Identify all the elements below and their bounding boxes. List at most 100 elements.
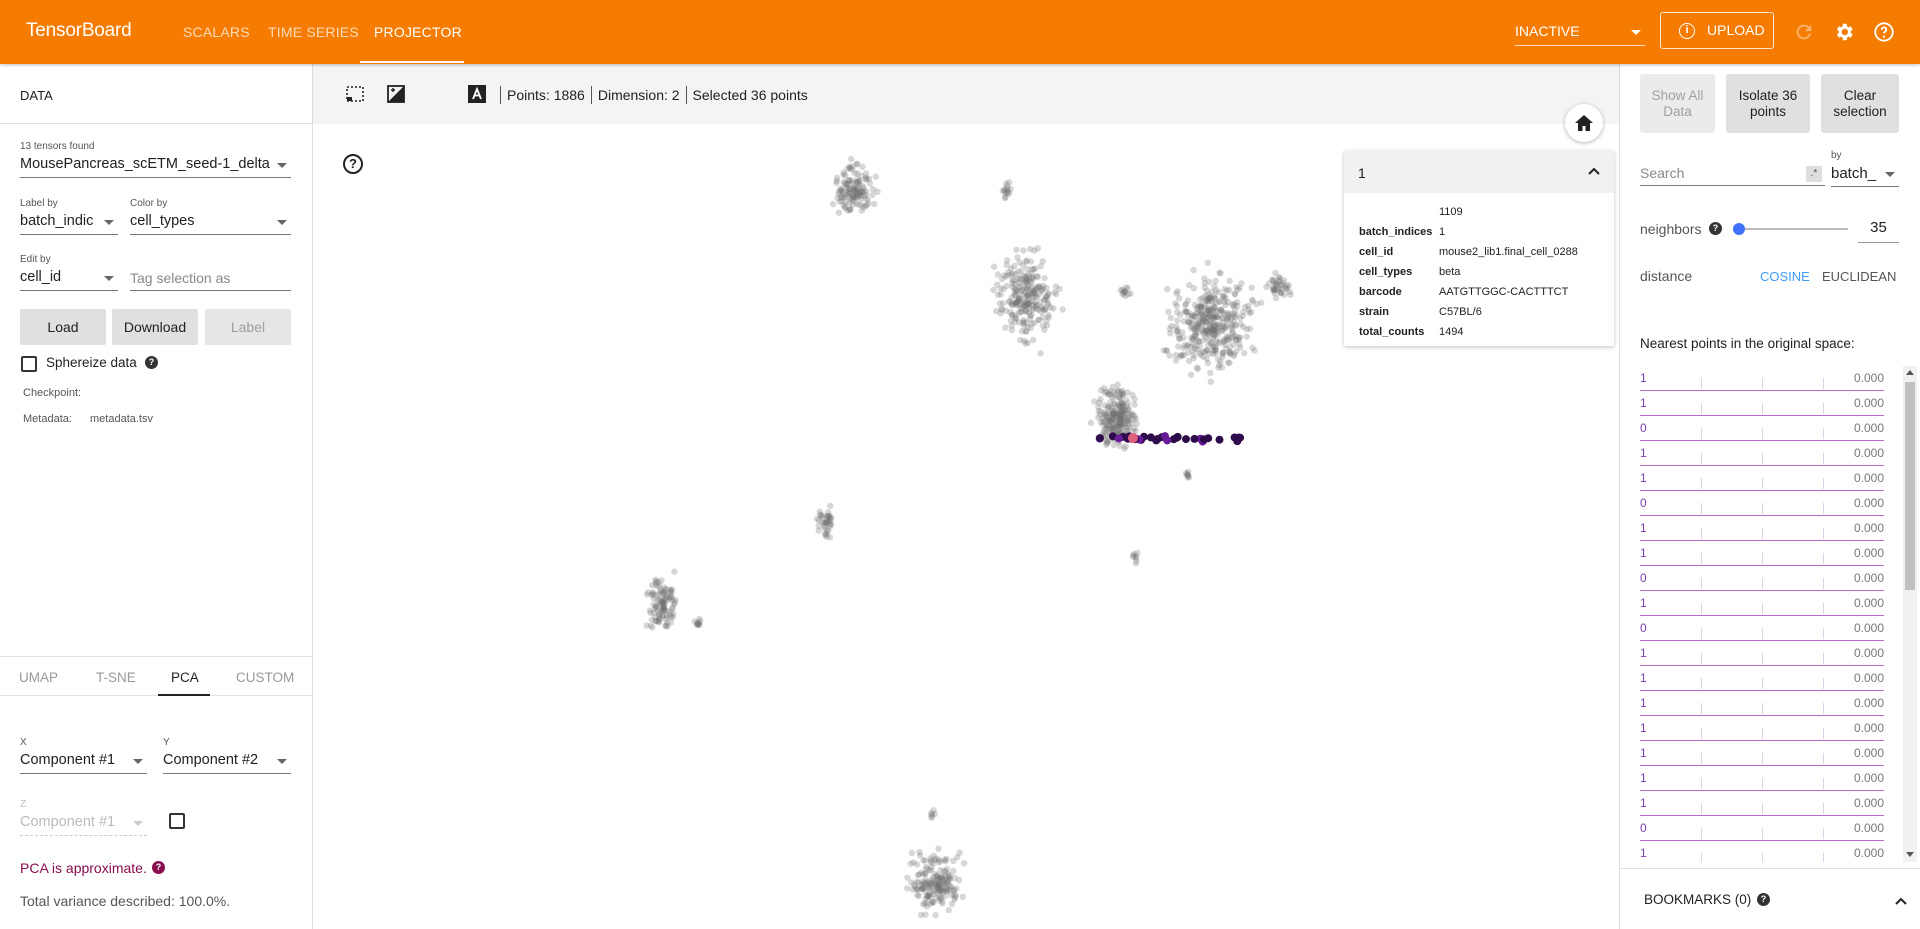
embedding-point[interactable]	[1039, 287, 1046, 294]
embedding-point[interactable]	[1212, 350, 1219, 357]
embedding-point[interactable]	[1231, 290, 1238, 297]
embedding-point[interactable]	[1009, 280, 1016, 287]
embedding-point[interactable]	[1217, 270, 1224, 277]
embedding-point[interactable]	[904, 874, 911, 881]
embedding-point[interactable]	[1003, 257, 1011, 264]
embedding-point[interactable]	[671, 568, 678, 575]
embedding-point[interactable]	[938, 874, 946, 882]
embedding-point[interactable]	[1126, 417, 1133, 424]
embedding-point[interactable]	[1165, 308, 1172, 316]
embedding-point[interactable]	[908, 849, 916, 857]
help-icon[interactable]	[1873, 21, 1895, 43]
nearest-point-row[interactable]: 0 0.000	[1640, 416, 1884, 441]
embedding-point[interactable]	[1037, 350, 1044, 357]
embedding-point[interactable]	[1041, 274, 1048, 282]
embedding-point[interactable]	[647, 622, 654, 629]
embedding-point[interactable]	[1212, 277, 1219, 285]
embedding-point[interactable]	[1248, 284, 1255, 291]
night-mode-contrast-icon[interactable]	[386, 84, 406, 104]
embedding-point[interactable]	[1052, 283, 1060, 290]
embedding-point[interactable]	[1215, 364, 1222, 371]
embedding-point[interactable]	[664, 607, 671, 614]
nearest-list-scrollbar[interactable]	[1903, 366, 1917, 862]
embedding-point[interactable]	[1272, 294, 1280, 302]
chevron-up-icon[interactable]	[1895, 897, 1907, 905]
embedding-point[interactable]	[1173, 302, 1180, 310]
canvas-help-icon[interactable]: ?	[343, 154, 363, 174]
nearest-point-row[interactable]: 0 0.000	[1640, 491, 1884, 516]
nearest-point-row[interactable]: 1 0.000	[1640, 541, 1884, 566]
embedding-point[interactable]	[848, 155, 855, 163]
embedding-point[interactable]	[1253, 300, 1260, 308]
embedding-point[interactable]	[1103, 441, 1110, 449]
tab-custom[interactable]: CUSTOM	[236, 670, 294, 685]
embedding-point[interactable]	[864, 196, 872, 204]
embedding-point[interactable]	[815, 522, 822, 529]
embedding-point[interactable]	[1235, 336, 1242, 344]
selected-point[interactable]	[1146, 433, 1155, 442]
nearest-point-row[interactable]: 1 0.000	[1640, 391, 1884, 416]
hovered-point[interactable]	[1128, 433, 1138, 443]
embedding-point[interactable]	[951, 874, 958, 881]
tab-projector[interactable]: PROJECTOR	[374, 24, 462, 40]
embedding-point[interactable]	[668, 614, 675, 621]
embedding-point[interactable]	[926, 867, 933, 874]
embedding-point[interactable]	[1031, 289, 1038, 297]
embedding-point[interactable]	[1229, 301, 1236, 308]
embedding-point[interactable]	[1241, 349, 1248, 357]
embedding-point[interactable]	[1101, 401, 1108, 409]
embedding-point[interactable]	[851, 170, 859, 177]
nearest-point-row[interactable]: 1 0.000	[1640, 466, 1884, 491]
embedding-point[interactable]	[657, 588, 665, 595]
embedding-point[interactable]	[1168, 322, 1175, 330]
edit-by-select[interactable]: cell_id	[20, 267, 118, 291]
nearest-point-row[interactable]: 1 0.000	[1640, 441, 1884, 466]
tab-time-series[interactable]: TIME SERIES	[268, 24, 359, 40]
sphereize-checkbox[interactable]	[21, 356, 37, 372]
selected-point[interactable]	[1182, 435, 1190, 444]
embedding-point[interactable]	[1189, 312, 1197, 319]
embedding-point[interactable]	[1023, 274, 1030, 281]
embedding-point[interactable]	[1107, 418, 1114, 425]
embedding-point[interactable]	[1238, 280, 1245, 287]
embedding-point[interactable]	[1011, 289, 1018, 296]
embedding-point[interactable]	[1052, 290, 1060, 298]
embedding-point[interactable]	[856, 178, 863, 185]
embedding-point[interactable]	[919, 885, 926, 892]
embedding-point[interactable]	[922, 876, 930, 883]
embedding-point[interactable]	[909, 886, 916, 893]
embedding-point[interactable]	[1221, 286, 1228, 293]
embedding-point[interactable]	[652, 618, 659, 625]
embedding-point[interactable]	[907, 860, 914, 867]
embedding-point[interactable]	[1095, 407, 1102, 415]
embedding-point[interactable]	[936, 897, 943, 904]
embedding-point[interactable]	[1194, 323, 1201, 330]
embedding-point[interactable]	[835, 190, 842, 197]
tab-scalars[interactable]: SCALARS	[183, 24, 250, 40]
embedding-point[interactable]	[1043, 317, 1050, 325]
help-icon[interactable]: ?	[1757, 893, 1770, 906]
embedding-point[interactable]	[928, 811, 936, 818]
refresh-icon[interactable]	[1793, 21, 1815, 43]
embedding-point[interactable]	[914, 892, 921, 899]
settings-gear-icon[interactable]	[1833, 21, 1855, 43]
nearest-point-row[interactable]: 1 0.000	[1640, 691, 1884, 716]
embedding-point[interactable]	[917, 911, 925, 919]
embedding-point[interactable]	[1205, 291, 1212, 299]
search-input[interactable]: Search	[1640, 162, 1825, 186]
neighbors-slider-track[interactable]	[1738, 228, 1848, 230]
z-component-checkbox[interactable]	[169, 813, 185, 829]
embedding-point[interactable]	[666, 595, 673, 602]
regex-toggle[interactable]: .*	[1806, 166, 1822, 182]
embedding-point[interactable]	[1172, 357, 1180, 364]
embedding-point[interactable]	[1004, 182, 1011, 190]
embedding-point[interactable]	[1059, 306, 1066, 313]
embedding-point[interactable]	[1236, 344, 1244, 351]
embedding-point[interactable]	[1193, 364, 1201, 371]
embedding-point[interactable]	[1211, 303, 1218, 311]
embedding-point[interactable]	[1228, 321, 1235, 328]
embedding-point[interactable]	[1127, 290, 1134, 297]
dark-mode-moon-icon[interactable]	[426, 84, 446, 104]
embedding-point[interactable]	[835, 209, 843, 216]
embedding-point[interactable]	[1116, 442, 1124, 449]
